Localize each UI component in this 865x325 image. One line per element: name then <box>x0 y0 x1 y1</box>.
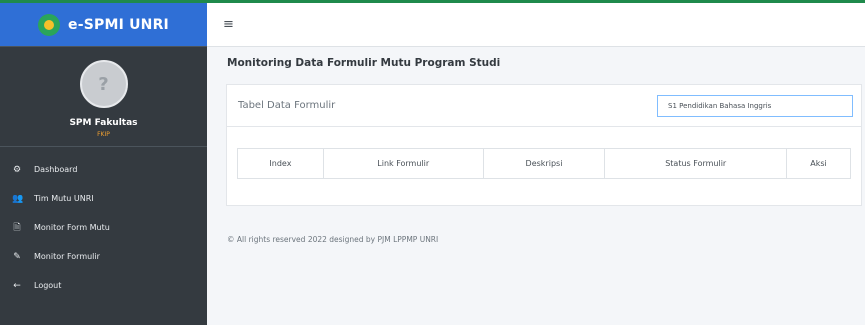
sidebar-item-label: Dashboard <box>34 165 78 174</box>
sidebar-item-label: Monitor Form Mutu <box>34 223 110 232</box>
sidebar-item-monitor-form-mutu[interactable]: 🗎 Monitor Form Mutu <box>0 213 207 242</box>
column-header-aksi[interactable]: Aksi <box>786 148 851 179</box>
sidebar-nav: ⚙ Dashboard 👥 Tim Mutu UNRI 🗎 Monitor Fo… <box>0 155 207 300</box>
column-header-index[interactable]: Index <box>237 148 324 179</box>
table-header-row: Index Link Formulir Deskripsi Status For… <box>237 148 851 179</box>
form-data-card: Tabel Data Formulir S1 Pendidikan Bahasa… <box>226 84 862 206</box>
brand-link[interactable]: e-SPMI UNRI <box>0 3 207 47</box>
user-panel: ? SPM Fakultas FKIP <box>0 47 207 147</box>
card-title: Tabel Data Formulir <box>238 100 336 111</box>
brand-title: e-SPMI UNRI <box>68 16 169 33</box>
user-name: SPM Fakultas <box>69 118 138 128</box>
edit-icon: ✎ <box>13 251 21 262</box>
sidebar-item-tim-mutu[interactable]: 👥 Tim Mutu UNRI <box>0 184 207 213</box>
column-header-link-formulir[interactable]: Link Formulir <box>322 148 484 179</box>
avatar-placeholder-icon: ? <box>98 73 109 95</box>
sidebar-item-monitor-formulir[interactable]: ✎ Monitor Formulir <box>0 242 207 271</box>
top-navbar: ≡ <box>207 3 865 47</box>
hamburger-menu-icon[interactable]: ≡ <box>223 17 234 32</box>
sidebar-item-dashboard[interactable]: ⚙ Dashboard <box>0 155 207 184</box>
file-icon: 🗎 <box>13 222 21 233</box>
unri-logo-icon <box>38 13 61 36</box>
users-icon: 👥 <box>12 193 24 204</box>
study-program-select[interactable]: S1 Pendidikan Bahasa Inggris <box>657 94 853 117</box>
sidebar-item-label: Logout <box>34 281 62 290</box>
sidebar: e-SPMI UNRI ? SPM Fakultas FKIP ⚙ Dashbo… <box>0 3 207 325</box>
column-header-deskripsi[interactable]: Deskripsi <box>482 148 606 179</box>
user-faculty: FKIP <box>97 131 110 138</box>
arrow-left-icon: ← <box>13 280 21 291</box>
dashboard-icon: ⚙ <box>12 164 22 175</box>
sidebar-item-label: Monitor Formulir <box>34 252 100 261</box>
avatar: ? <box>79 60 128 108</box>
card-header: Tabel Data Formulir S1 Pendidikan Bahasa… <box>227 85 861 127</box>
column-header-status-formulir[interactable]: Status Formulir <box>604 148 788 179</box>
form-data-table: Index Link Formulir Deskripsi Status For… <box>237 148 851 179</box>
sidebar-item-logout[interactable]: ← Logout <box>0 271 207 300</box>
footer-copyright: © All rights reserved 2022 designed by P… <box>227 235 439 244</box>
sidebar-item-label: Tim Mutu UNRI <box>34 194 94 203</box>
page-title: Monitoring Data Formulir Mutu Program St… <box>227 57 501 69</box>
